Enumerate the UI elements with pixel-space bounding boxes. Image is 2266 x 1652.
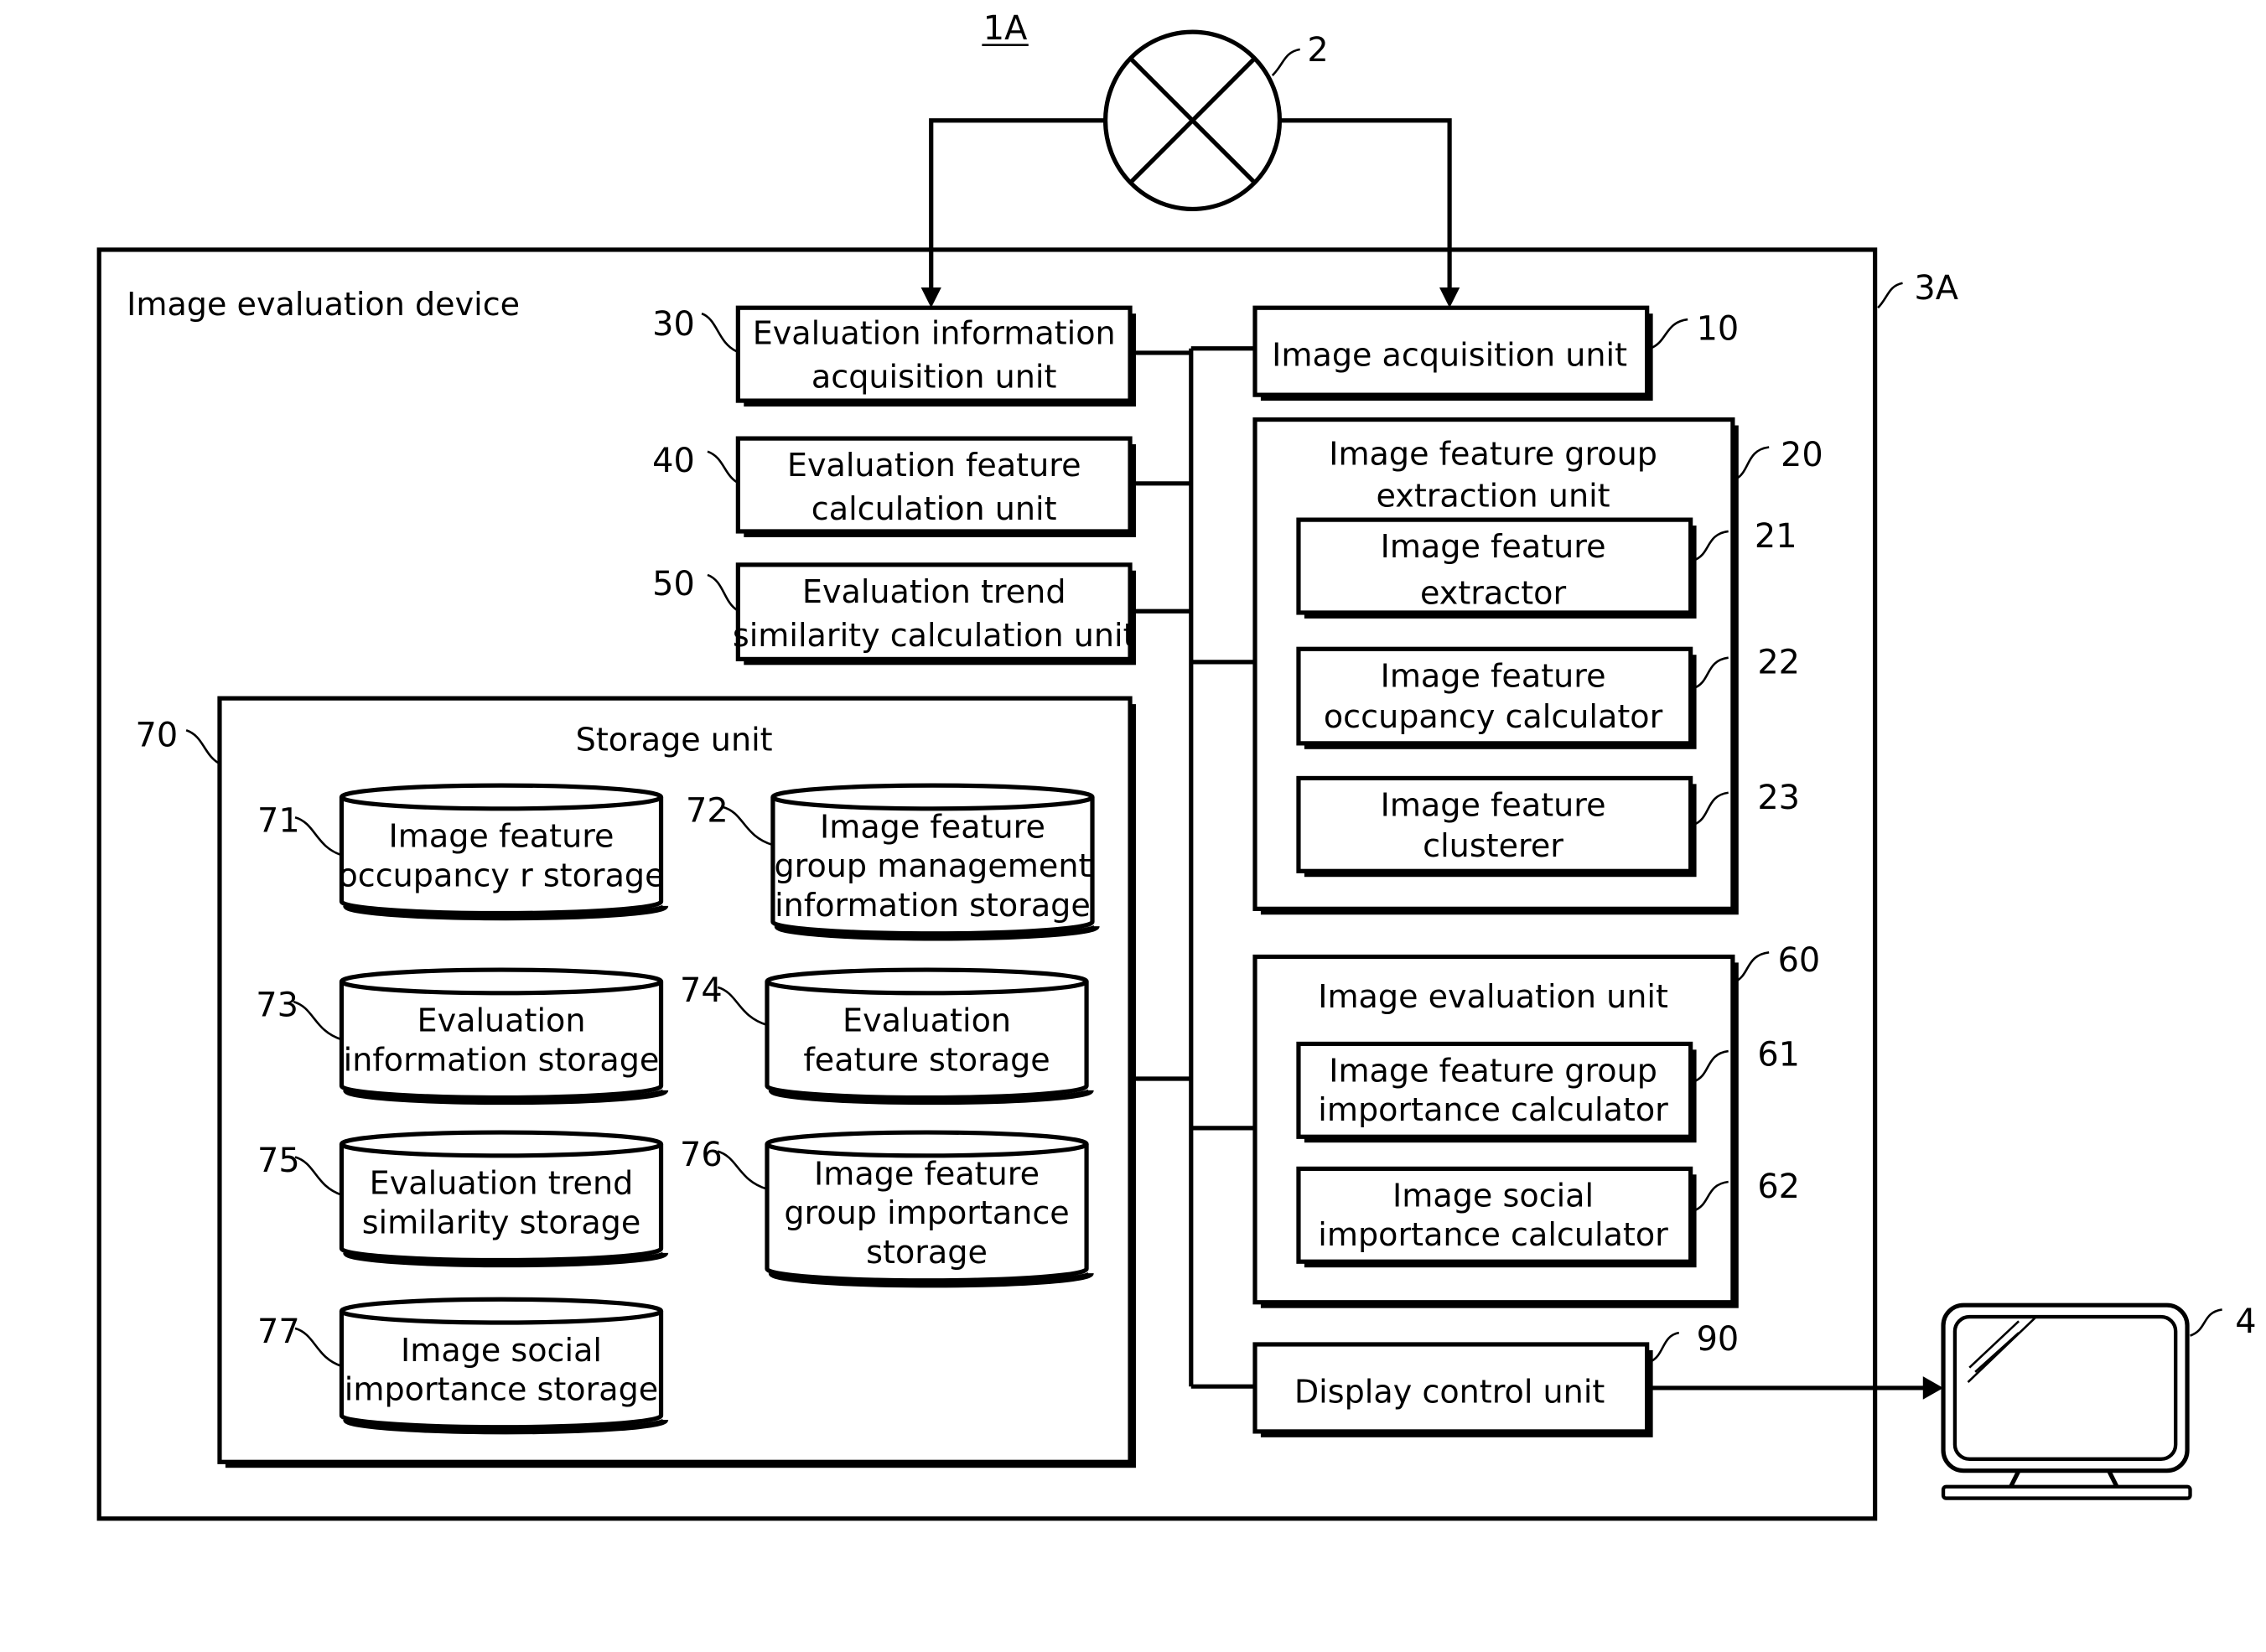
storage-label-line: Image social: [401, 1332, 602, 1369]
storage-label-line: group importance: [784, 1194, 1069, 1231]
ref-leader-30: [701, 312, 738, 353]
figure-label: 1A: [983, 9, 1028, 48]
ref-50: 50: [652, 565, 695, 603]
image-feature-group-importance-calculator: Image feature group importance calculato…: [1296, 1041, 1697, 1143]
image-acquisition-unit: Image acquisition unit: [1252, 305, 1653, 401]
svg-text:Evaluation feature: Evaluation feature: [787, 447, 1081, 484]
ref-21: 21: [1755, 517, 1797, 556]
ref-75: 75: [257, 1142, 300, 1180]
ref-72: 72: [686, 791, 729, 830]
evaluation-feature-calculation-unit: Evaluation feature calculation unit: [735, 436, 1136, 537]
ref-71: 71: [257, 802, 300, 841]
ref-10: 10: [1697, 309, 1740, 348]
svg-text:Image feature: Image feature: [1381, 528, 1606, 565]
svg-text:Image feature: Image feature: [1381, 786, 1606, 823]
image-social-importance-calculator: Image social importance calculator: [1296, 1166, 1697, 1268]
svg-text:Evaluation trend: Evaluation trend: [802, 573, 1066, 610]
storage-label-line: group management: [774, 847, 1091, 884]
ref-61: 61: [1757, 1035, 1800, 1074]
ref-4: 4: [2235, 1302, 2256, 1341]
internal-bus: [1130, 346, 1256, 1389]
storage-label-line: importance storage: [345, 1371, 658, 1408]
image-source-icon: [1102, 29, 1283, 212]
svg-text:Image feature group: Image feature group: [1329, 1052, 1657, 1089]
image-feature-clusterer: Image feature clusterer: [1296, 775, 1697, 878]
ref-leader-10: [1649, 318, 1688, 350]
ref-40: 40: [652, 442, 695, 480]
display-monitor-icon: [1941, 1302, 2192, 1500]
ref-62: 62: [1757, 1168, 1800, 1206]
image-feature-occupancy-calculator: Image feature occupancy calculator: [1296, 646, 1697, 749]
evaluation-trend-similarity-storage: Evaluation trendsimilarity storage: [339, 1130, 669, 1268]
svg-text:Storage unit: Storage unit: [576, 722, 773, 759]
image-feature-occupancy-storage: Image featureoccupancy r storage: [338, 783, 669, 921]
svg-text:calculation unit: calculation unit: [812, 490, 1057, 527]
ref-73: 73: [256, 987, 298, 1025]
svg-text:importance calculator: importance calculator: [1318, 1091, 1668, 1128]
svg-text:Image evaluation unit: Image evaluation unit: [1318, 978, 1668, 1015]
storage-label-line: information storage: [344, 1041, 660, 1078]
evaluation-feature-storage: Evaluationfeature storage: [765, 967, 1094, 1106]
svg-text:acquisition unit: acquisition unit: [812, 358, 1057, 395]
image-feature-extractor: Image feature extractor: [1296, 517, 1697, 619]
svg-text:extractor: extractor: [1420, 575, 1566, 612]
block-diagram: 1A 2 Image evaluation device 3A Evaluati…: [0, 0, 2266, 1648]
ref-23: 23: [1757, 779, 1800, 817]
storage-label-line: information storage: [775, 887, 1091, 924]
ref-leader-70: [185, 729, 220, 765]
storage-label-line: feature storage: [803, 1041, 1050, 1078]
svg-text:Image feature group: Image feature group: [1329, 435, 1657, 472]
svg-text:importance calculator: importance calculator: [1318, 1216, 1668, 1253]
ref-74: 74: [680, 971, 723, 1010]
display-control-unit: Display control unit: [1252, 1342, 1653, 1437]
ref-20: 20: [1781, 436, 1823, 474]
ref-70: 70: [136, 716, 179, 754]
storage-label-line: Image feature: [820, 808, 1045, 845]
storage-label-line: Evaluation: [417, 1002, 586, 1039]
svg-text:occupancy calculator: occupancy calculator: [1324, 698, 1663, 735]
evaluation-information-storage: Evaluationinformation storage: [339, 967, 669, 1106]
svg-text:Evaluation information: Evaluation information: [753, 315, 1116, 352]
svg-text:extraction unit: extraction unit: [1377, 478, 1610, 515]
ref-77: 77: [257, 1313, 300, 1351]
image-social-importance-storage: Image socialimportance storage: [339, 1297, 669, 1435]
evaluation-trend-similarity-calculation-unit: Evaluation trend similarity calculation …: [733, 562, 1136, 665]
svg-text:clusterer: clusterer: [1423, 827, 1563, 864]
storage-label-line: Evaluation trend: [370, 1165, 634, 1202]
svg-text:similarity calculation unit: similarity calculation unit: [733, 617, 1136, 654]
ref-2: 2: [1307, 31, 1328, 70]
svg-text:Image acquisition unit: Image acquisition unit: [1272, 337, 1627, 374]
evaluation-information-acquisition-unit: Evaluation information acquisition unit: [735, 305, 1136, 407]
storage-label-line: Evaluation: [843, 1002, 1011, 1039]
storage-label-line: similarity storage: [362, 1204, 641, 1240]
ref-90: 90: [1697, 1320, 1740, 1359]
image-feature-group-management-information-storage: Image featuregroup managementinformation…: [770, 783, 1100, 941]
ref-leader-20: [1735, 446, 1770, 480]
ref-22: 22: [1757, 644, 1800, 682]
ref-leader-60: [1735, 951, 1770, 983]
ref-3A: 3A: [1914, 269, 1958, 308]
ref-leader-4: [2190, 1308, 2222, 1337]
image-feature-group-importance-storage: Image featuregroup importancestorage: [765, 1130, 1094, 1288]
storage-label-line: occupancy r storage: [338, 857, 664, 893]
storage-label-line: Image feature: [814, 1155, 1040, 1192]
ref-30: 30: [652, 305, 695, 344]
storage-label-line: Image feature: [389, 818, 614, 855]
ref-leader-40: [707, 450, 738, 484]
storage-label-line: storage: [866, 1234, 988, 1271]
device-title: Image evaluation device: [127, 286, 520, 323]
ref-60: 60: [1778, 941, 1821, 980]
svg-text:Display control unit: Display control unit: [1294, 1373, 1605, 1410]
ref-leader-50: [707, 573, 738, 611]
svg-text:Image feature: Image feature: [1381, 657, 1606, 694]
ref-leader-90: [1649, 1331, 1680, 1363]
display-output-arrow: [1646, 1376, 1944, 1400]
ref-leader-2: [1271, 48, 1300, 76]
ref-leader-3A: [1877, 282, 1903, 309]
ref-76: 76: [680, 1136, 723, 1174]
svg-text:Image social: Image social: [1392, 1177, 1594, 1214]
